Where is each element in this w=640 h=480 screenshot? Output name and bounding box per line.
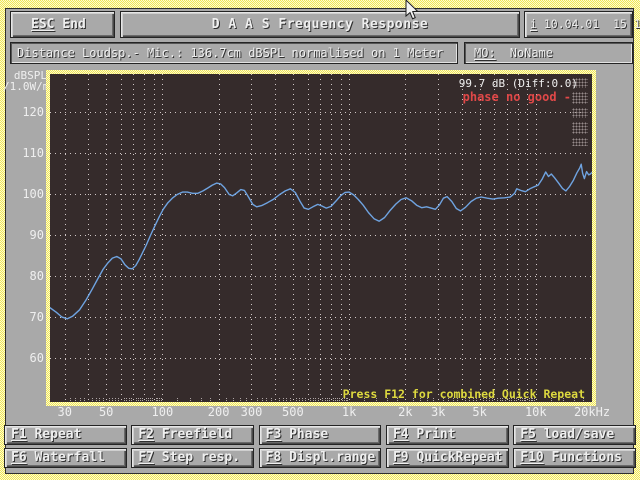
f10-button[interactable]: F10 Functions <box>513 448 636 468</box>
app-title-bar: D A A S Frequency Response <box>120 11 520 38</box>
app-title: D A A S Frequency Response <box>212 17 429 32</box>
fkey-label: F8 <box>266 450 282 465</box>
x-tick-label: 5k <box>472 405 486 419</box>
mo-value: NoName <box>510 46 553 60</box>
plot-frame: 99.7 dB (Diff:0.0) phase no good - Press… <box>46 70 596 406</box>
measurement-status-bar: Distance Loudsp.- Mic.: 136.7cm dBSPL no… <box>10 42 458 64</box>
info-datetime-button[interactable]: i 10.04.01 15 15 <box>524 11 633 38</box>
esc-end-label: End <box>54 17 85 32</box>
f7-button[interactable]: F7 Step resp. <box>131 448 254 468</box>
esc-key-label: ESC <box>31 17 54 32</box>
f4-button[interactable]: F4 Print <box>386 425 509 445</box>
fkey-action-label: Freefield <box>154 427 232 442</box>
fkey-action-label: Repeat <box>27 427 82 442</box>
f9-button[interactable]: F9 QuickRepeat <box>386 448 509 468</box>
y-tick-label: 110 <box>14 146 44 160</box>
level-readout: 99.7 dB (Diff:0.0) <box>459 77 578 90</box>
memory-name-panel[interactable]: MO: NoName <box>464 42 633 64</box>
x-tick-label: 1k <box>342 405 356 419</box>
y-tick-label: 100 <box>14 187 44 201</box>
mouse-cursor <box>405 0 420 22</box>
fkey-label: F5 <box>520 427 536 442</box>
fkey-label: F7 <box>138 450 154 465</box>
x-tick-label: 30 <box>58 405 72 419</box>
fkey-action-label: Print <box>409 427 456 442</box>
phase-status-readout: phase no good - <box>463 90 571 104</box>
function-key-row-1: F1 RepeatF2 FreefieldF3 PhaseF4 PrintF5 … <box>4 425 636 445</box>
fkey-label: F6 <box>11 450 27 465</box>
mo-key-label: MO: <box>474 46 496 60</box>
f5-button[interactable]: F5 load/save <box>513 425 636 445</box>
x-tick-label: 300 <box>241 405 263 419</box>
function-key-row-2: F6 WaterfallF7 Step resp.F8 Displ.rangeF… <box>4 448 636 468</box>
f6-button[interactable]: F6 Waterfall <box>4 448 127 468</box>
fkey-action-label: Functions <box>544 450 622 465</box>
f3-button[interactable]: F3 Phase <box>259 425 382 445</box>
quick-repeat-hint: Press F12 for combined Quick Repeat <box>343 387 585 401</box>
fkey-label: F3 <box>266 427 282 442</box>
y-tick-label: 120 <box>14 105 44 119</box>
y-tick-label: 90 <box>14 228 44 242</box>
fkey-label: F2 <box>138 427 154 442</box>
x-tick-label: 500 <box>282 405 304 419</box>
y-tick-label: 60 <box>14 351 44 365</box>
esc-end-button[interactable]: ESC End <box>10 11 115 38</box>
fkey-action-label: load/save <box>536 427 614 442</box>
info-key-label: i <box>530 17 537 31</box>
y-tick-label: 70 <box>14 310 44 324</box>
fkey-action-label: Step resp. <box>154 450 240 465</box>
fkey-label: F10 <box>520 450 543 465</box>
status-message: Distance Loudsp.- Mic.: 136.7cm dBSPL no… <box>17 46 443 60</box>
fkey-label: F1 <box>11 427 27 442</box>
f1-button[interactable]: F1 Repeat <box>4 425 127 445</box>
x-tick-label: 50 <box>99 405 113 419</box>
y-tick-label: 80 <box>14 269 44 283</box>
fkey-action-label: QuickRepeat <box>409 450 503 465</box>
fkey-action-label: Displ.range <box>281 450 375 465</box>
fkey-action-label: Waterfall <box>27 450 105 465</box>
f2-button[interactable]: F2 Freefield <box>131 425 254 445</box>
x-tick-label: 200 <box>208 405 230 419</box>
x-tick-label: 3k <box>431 405 445 419</box>
plot-area: 99.7 dB (Diff:0.0) phase no good - Press… <box>50 74 592 402</box>
fkey-label: F4 <box>393 427 409 442</box>
datetime-label: 10.04.01 15 15 <box>537 17 640 31</box>
frequency-response-curve <box>50 74 592 402</box>
x-tick-label: 20kHz <box>574 405 610 419</box>
x-tick-label: 10k <box>525 405 547 419</box>
x-tick-label: 2k <box>398 405 412 419</box>
y-axis-unit-label: dBSPL/1.0W/m <box>3 70 47 92</box>
x-tick-label: 100 <box>152 405 174 419</box>
f8-button[interactable]: F8 Displ.range <box>259 448 382 468</box>
fkey-label: F9 <box>393 450 409 465</box>
fkey-action-label: Phase <box>281 427 328 442</box>
